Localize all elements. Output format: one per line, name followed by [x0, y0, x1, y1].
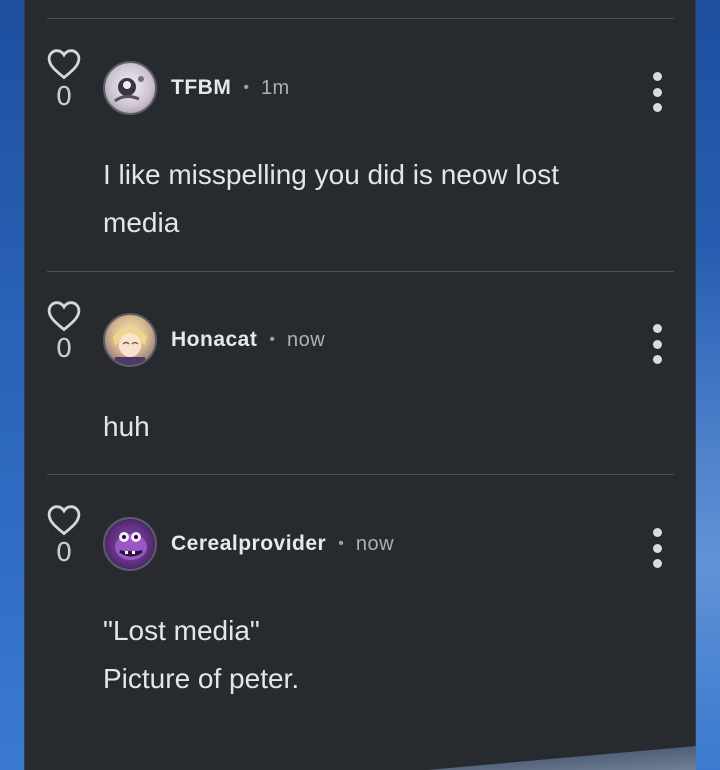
more-vertical-icon — [652, 324, 662, 333]
meta-separator: • — [338, 535, 344, 552]
comment-meta: TFBM • 1m — [171, 73, 290, 103]
comment-divider — [47, 271, 674, 272]
username[interactable]: Honacat — [171, 328, 257, 352]
heart-outline-icon — [47, 49, 81, 80]
avatar[interactable] — [103, 61, 157, 115]
like-count: 0 — [55, 538, 73, 568]
comment-text: huh — [103, 411, 150, 442]
comments-panel: 0 TFBM • 1m I like misspelling you did i… — [24, 0, 696, 770]
more-vertical-icon — [652, 528, 662, 537]
timestamp: now — [355, 532, 395, 555]
like-count: 0 — [55, 334, 73, 364]
more-vertical-icon — [652, 72, 662, 81]
like-button[interactable]: 0 — [45, 504, 83, 566]
comment-text: I like misspelling you did is neow lost … — [103, 159, 559, 238]
username[interactable]: Cerealprovider — [171, 532, 326, 556]
comment-text: "Lost media" Picture of peter. — [103, 615, 300, 694]
comment-menu-button[interactable] — [647, 324, 667, 364]
like-button[interactable]: 0 — [45, 48, 83, 110]
comment-meta: Cerealprovider • now — [171, 529, 394, 559]
anime-blond-avatar — [113, 327, 147, 365]
timestamp: 1m — [260, 76, 290, 99]
like-count: 0 — [55, 82, 73, 112]
like-button[interactable]: 0 — [45, 300, 83, 362]
avatar[interactable] — [103, 517, 157, 571]
meta-separator: • — [269, 331, 275, 348]
comment-divider — [47, 18, 674, 19]
username[interactable]: TFBM — [171, 76, 231, 100]
comment-meta: Honacat • now — [171, 325, 325, 355]
timestamp: now — [286, 328, 326, 351]
robot-sketch-avatar — [114, 76, 144, 103]
comment-divider — [47, 474, 674, 475]
heart-outline-icon — [47, 505, 81, 536]
meta-separator: • — [243, 79, 249, 96]
purple-creature-avatar — [115, 532, 147, 560]
avatar[interactable] — [103, 313, 157, 367]
comment-menu-button[interactable] — [647, 528, 667, 568]
heart-outline-icon — [47, 301, 81, 332]
comment-menu-button[interactable] — [647, 72, 667, 112]
